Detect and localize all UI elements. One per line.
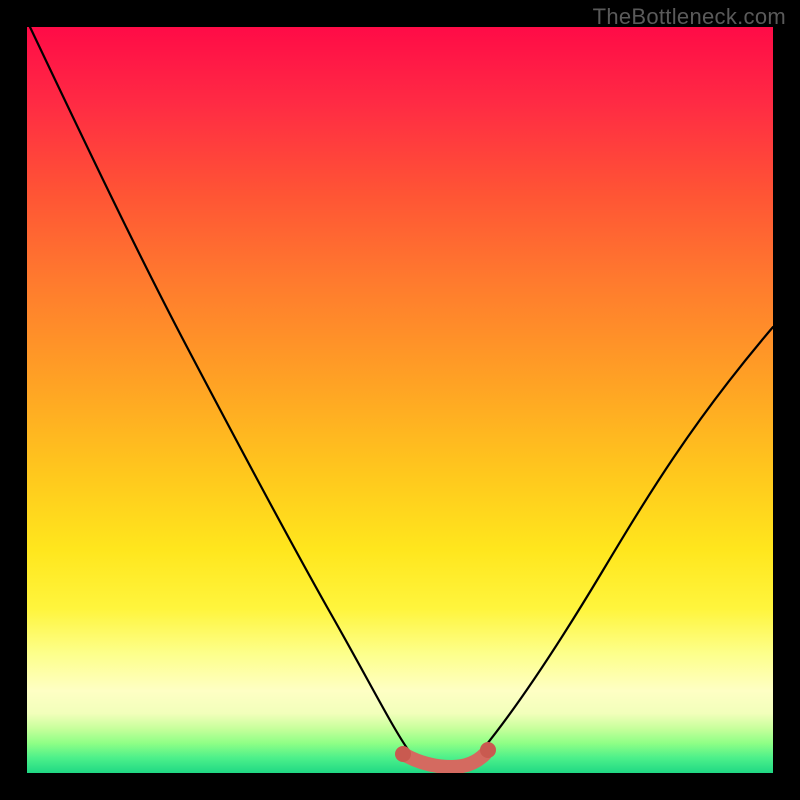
chart-stage: TheBottleneck.com [0, 0, 800, 800]
valley-highlight-segment [405, 754, 485, 767]
plot-area [27, 27, 773, 773]
valley-highlight-start-dot [395, 746, 411, 762]
curve-right-branch [483, 327, 773, 749]
curve-left-branch [30, 27, 409, 751]
curve-layer [27, 27, 773, 773]
valley-highlight-end-dot [480, 742, 496, 758]
